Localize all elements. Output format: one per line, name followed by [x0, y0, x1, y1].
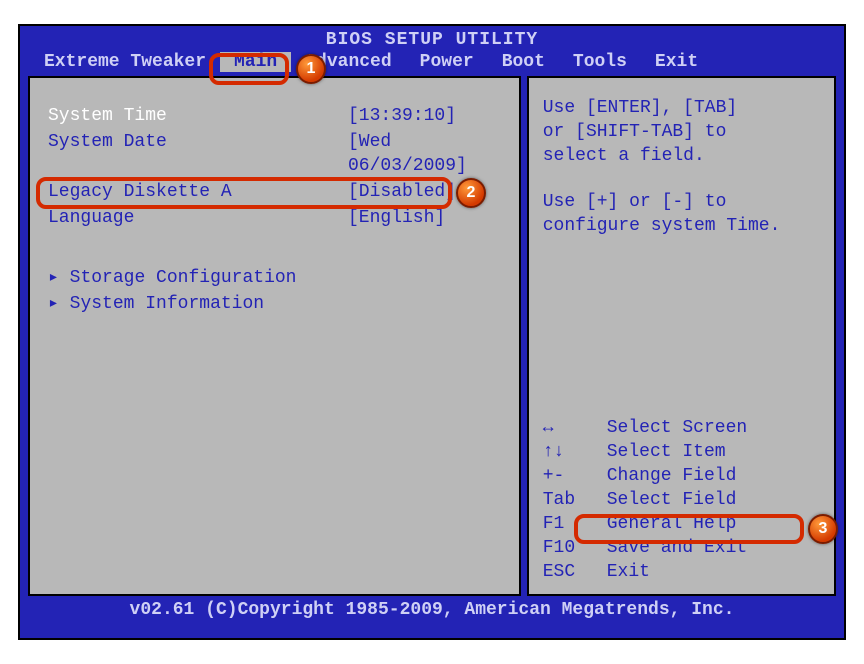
language-label: Language — [48, 206, 348, 230]
legacy-diskette-label: Legacy Diskette A — [48, 180, 348, 204]
key-symbol: ESC — [543, 560, 607, 584]
menu-extreme-tweaker[interactable]: Extreme Tweaker — [30, 52, 220, 72]
language-value[interactable]: [English] — [348, 206, 445, 230]
menu-bar: Extreme Tweaker Main Advanced Power Boot… — [20, 50, 844, 76]
footer-copyright: v02.61 (C)Copyright 1985-2009, American … — [20, 596, 844, 624]
window-title: BIOS SETUP UTILITY — [20, 26, 844, 50]
system-info-label: System Information — [48, 292, 348, 316]
system-time-value[interactable]: [13:39:10] — [348, 104, 456, 128]
key-symbol: +- — [543, 464, 607, 488]
key-symbol: F1 — [543, 512, 607, 536]
key-select-item: ↑↓ Select Item — [543, 440, 822, 464]
menu-main[interactable]: Main — [220, 52, 291, 72]
bios-window: BIOS SETUP UTILITY Extreme Tweaker Main … — [18, 24, 846, 640]
key-desc: Select Item — [607, 440, 726, 464]
key-legend: ↔ Select Screen ↑↓ Select Item +- Change… — [543, 416, 822, 584]
key-change-field: +- Change Field — [543, 464, 822, 488]
system-date-label: System Date — [48, 130, 348, 178]
content-panels: System Time [13:39:10] System Date [Wed … — [20, 76, 844, 596]
key-desc: General Help — [607, 512, 737, 536]
legacy-diskette-value[interactable]: [Disabled] — [348, 180, 456, 204]
help-line: select a field. — [543, 144, 822, 168]
key-symbol: Tab — [543, 488, 607, 512]
key-symbol: F10 — [543, 536, 607, 560]
setting-legacy-diskette[interactable]: Legacy Diskette A [Disabled] — [48, 180, 509, 204]
submenu-system-info[interactable]: System Information — [48, 292, 509, 316]
system-time-label: System Time — [48, 104, 348, 128]
help-line: Use [ENTER], [TAB] — [543, 96, 822, 120]
key-desc: Save and Exit — [607, 536, 747, 560]
key-symbol: ↔ — [543, 416, 607, 440]
help-line: or [SHIFT-TAB] to — [543, 120, 822, 144]
help-panel: Use [ENTER], [TAB] or [SHIFT-TAB] to sel… — [527, 76, 836, 596]
setting-system-time[interactable]: System Time [13:39:10] — [48, 104, 509, 128]
help-text: Use [ENTER], [TAB] or [SHIFT-TAB] to sel… — [543, 96, 822, 238]
menu-tools[interactable]: Tools — [559, 52, 641, 72]
key-desc: Exit — [607, 560, 650, 584]
key-symbol: ↑↓ — [543, 440, 607, 464]
setting-language[interactable]: Language [English] — [48, 206, 509, 230]
help-line: Use [+] or [-] to — [543, 190, 822, 214]
system-date-value[interactable]: [Wed 06/03/2009] — [348, 130, 509, 178]
menu-advanced[interactable]: Advanced — [291, 52, 405, 72]
key-save-exit: F10 Save and Exit — [543, 536, 822, 560]
menu-boot[interactable]: Boot — [488, 52, 559, 72]
key-exit: ESC Exit — [543, 560, 822, 584]
settings-panel: System Time [13:39:10] System Date [Wed … — [28, 76, 521, 596]
submenu-storage-config[interactable]: Storage Configuration — [48, 266, 509, 290]
key-select-screen: ↔ Select Screen — [543, 416, 822, 440]
key-desc: Select Field — [607, 488, 737, 512]
key-desc: Select Screen — [607, 416, 747, 440]
key-select-field: Tab Select Field — [543, 488, 822, 512]
setting-system-date[interactable]: System Date [Wed 06/03/2009] — [48, 130, 509, 178]
key-desc: Change Field — [607, 464, 737, 488]
key-general-help: F1 General Help — [543, 512, 822, 536]
menu-exit[interactable]: Exit — [641, 52, 712, 72]
help-line: configure system Time. — [543, 214, 822, 238]
menu-power[interactable]: Power — [406, 52, 488, 72]
submenus: Storage Configuration System Information — [48, 266, 509, 316]
storage-config-label: Storage Configuration — [48, 266, 348, 290]
